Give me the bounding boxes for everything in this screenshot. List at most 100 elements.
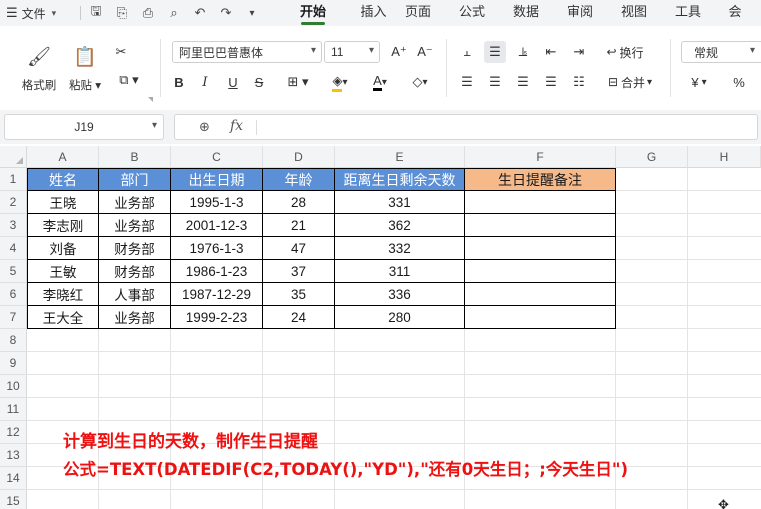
cut-button[interactable]: ✂ (110, 41, 132, 63)
column-header[interactable]: A (27, 146, 99, 168)
table-cell[interactable]: 业务部 (99, 214, 171, 237)
table-cell[interactable]: 人事部 (99, 283, 171, 306)
table-cell[interactable]: 336 (335, 283, 465, 306)
column-header[interactable]: D (263, 146, 335, 168)
header-cell-birthdate[interactable]: 出生日期 (171, 168, 263, 191)
header-cell-days-left[interactable]: 距离生日剩余天数 (335, 168, 465, 191)
table-cell[interactable] (465, 283, 616, 306)
row-header[interactable]: 1 (0, 168, 27, 191)
row-header[interactable]: 3 (0, 214, 27, 237)
header-cell-name[interactable]: 姓名 (27, 168, 99, 191)
file-menu[interactable]: ☰ 文件 ▾ (0, 0, 78, 26)
tab-page[interactable]: 页面 (403, 0, 433, 26)
wrap-text-button[interactable]: ↩ 换行 (600, 41, 650, 63)
align-left-button[interactable]: ☰ (456, 71, 478, 93)
table-cell[interactable]: 35 (263, 283, 335, 306)
strikethrough-button[interactable]: S (248, 71, 270, 93)
tab-data[interactable]: 数据 (511, 0, 541, 26)
align-right-button[interactable]: ☰ (512, 71, 534, 93)
header-cell-age[interactable]: 年龄 (263, 168, 335, 191)
tab-home[interactable]: 开始 (296, 0, 330, 26)
format-painter-button[interactable]: 🖌 格式刷 (18, 39, 60, 99)
header-cell-reminder[interactable]: 生日提醒备注 (465, 168, 616, 191)
fill-color-button[interactable]: ◈ ▾ (324, 71, 356, 93)
table-cell[interactable] (465, 214, 616, 237)
distribute-button[interactable]: ☷ (568, 71, 590, 93)
row-header[interactable]: 4 (0, 237, 27, 260)
font-color-button[interactable]: A ▾ (364, 71, 396, 93)
function-icon[interactable]: fx (230, 118, 243, 134)
table-cell[interactable] (465, 306, 616, 329)
clear-format-button[interactable]: ◇ ▾ (404, 71, 436, 93)
print-icon[interactable]: ⎙ (135, 2, 161, 24)
row-header[interactable]: 2 (0, 191, 27, 214)
increase-font-button[interactable]: A⁺ (388, 41, 410, 63)
italic-button[interactable]: I (194, 71, 216, 93)
row-header[interactable]: 10 (0, 375, 27, 398)
number-format-select[interactable]: 常规 ▾ (681, 41, 761, 63)
table-cell[interactable] (465, 191, 616, 214)
table-cell[interactable]: 财务部 (99, 260, 171, 283)
table-cell[interactable]: 362 (335, 214, 465, 237)
column-header[interactable]: H (688, 146, 761, 168)
paste-button[interactable]: 📋 粘贴 ▾ (64, 39, 106, 99)
decrease-font-button[interactable]: A⁻ (414, 41, 436, 63)
table-cell[interactable]: 280 (335, 306, 465, 329)
tab-formula[interactable]: 公式 (457, 0, 487, 26)
table-cell[interactable]: 1995-1-3 (171, 191, 263, 214)
row-header[interactable]: 8 (0, 329, 27, 352)
decrease-indent-button[interactable]: ⇤ (540, 41, 562, 63)
row-header[interactable]: 6 (0, 283, 27, 306)
table-cell[interactable]: 332 (335, 237, 465, 260)
table-cell[interactable] (465, 260, 616, 283)
percent-button[interactable]: % (728, 71, 750, 93)
column-header[interactable]: F (465, 146, 616, 168)
table-cell[interactable]: 37 (263, 260, 335, 283)
font-size-select[interactable]: 11 ▾ (324, 41, 380, 63)
merge-button[interactable]: ⊟ 合并 ▾ (600, 71, 660, 93)
row-header[interactable]: 14 (0, 467, 27, 490)
print-preview-icon[interactable]: ⌕ (161, 2, 187, 24)
select-all-corner[interactable] (0, 146, 27, 168)
more-chevron-icon[interactable]: ▾ (239, 2, 265, 24)
table-cell[interactable]: 1999-2-23 (171, 306, 263, 329)
tab-tools[interactable]: 工具 (673, 0, 703, 26)
justify-button[interactable]: ☰ (540, 71, 562, 93)
currency-button[interactable]: ¥ ▾ (684, 71, 714, 93)
zoom-icon[interactable]: ⊕ (199, 119, 210, 135)
row-header[interactable]: 13 (0, 444, 27, 467)
table-cell[interactable]: 24 (263, 306, 335, 329)
table-cell[interactable]: 47 (263, 237, 335, 260)
row-header[interactable]: 12 (0, 421, 27, 444)
table-cell[interactable]: 业务部 (99, 191, 171, 214)
table-cell[interactable]: 财务部 (99, 237, 171, 260)
table-cell[interactable]: 王敏 (27, 260, 99, 283)
row-header[interactable]: 11 (0, 398, 27, 421)
align-middle-button[interactable]: ☰ (484, 41, 506, 63)
table-cell[interactable]: 李志刚 (27, 214, 99, 237)
column-header[interactable]: G (616, 146, 688, 168)
share-icon[interactable]: ⎘ (109, 2, 135, 24)
table-cell[interactable] (465, 237, 616, 260)
table-cell[interactable]: 刘备 (27, 237, 99, 260)
increase-indent-button[interactable]: ⇥ (568, 41, 590, 63)
name-box[interactable]: J19 ▾ (4, 114, 164, 140)
row-header[interactable]: 15 (0, 490, 27, 509)
table-cell[interactable]: 2001-12-3 (171, 214, 263, 237)
align-bottom-button[interactable]: ⫡ (512, 41, 534, 63)
row-header[interactable]: 7 (0, 306, 27, 329)
underline-button[interactable]: U (222, 71, 244, 93)
bold-button[interactable]: B (168, 71, 190, 93)
table-cell[interactable]: 王大全 (27, 306, 99, 329)
column-header[interactable]: C (171, 146, 263, 168)
table-cell[interactable]: 1987-12-29 (171, 283, 263, 306)
tab-review[interactable]: 审阅 (565, 0, 595, 26)
table-cell[interactable]: 311 (335, 260, 465, 283)
table-cell[interactable]: 王晓 (27, 191, 99, 214)
spreadsheet-grid[interactable]: A B C D E F G H 1 2 3 4 5 6 7 8 9 10 11 … (0, 146, 761, 509)
header-cell-dept[interactable]: 部门 (99, 168, 171, 191)
table-cell[interactable]: 1976-1-3 (171, 237, 263, 260)
row-header[interactable]: 5 (0, 260, 27, 283)
tab-view[interactable]: 视图 (619, 0, 649, 26)
align-top-button[interactable]: ⫠ (456, 41, 478, 63)
